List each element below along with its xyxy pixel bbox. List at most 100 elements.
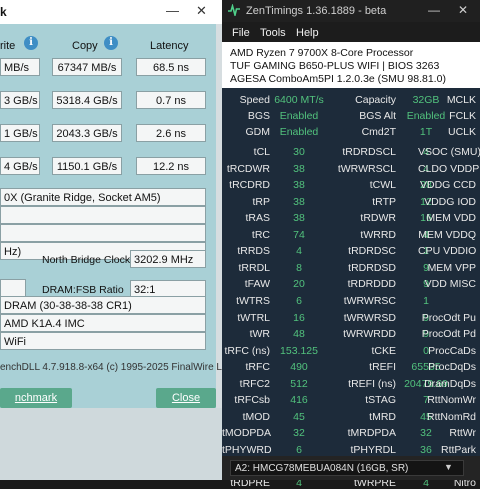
dimm-select-value: A2: HMCG78MEBUA084N (16GB, SR)	[235, 463, 409, 474]
aida-close-button[interactable]: Close	[156, 388, 216, 408]
timing-b-label: tRDRDDD	[347, 278, 396, 291]
timing-a-value: 6	[296, 294, 302, 307]
timing-c-label: CLDO VDDP	[418, 162, 480, 175]
timing-c-label: RttWr	[449, 427, 476, 440]
timing-b-label: tCKE	[371, 344, 396, 357]
timing-a-label: tRCDRD	[229, 179, 270, 192]
aida-results-panel: rite i Copy i Latency MB/s 67347 MB/s 68…	[0, 24, 216, 408]
timing-a-label: BGS	[247, 110, 270, 123]
l2-latency-value: 2.6 ns	[136, 124, 206, 142]
timing-b-label: tPHYRDL	[350, 443, 396, 456]
memory-bus-field	[0, 279, 26, 297]
timing-c-label: RttNomRd	[426, 410, 476, 423]
l3-latency-value: 12.2 ns	[136, 157, 206, 175]
timing-c-label: RttNomWr	[427, 394, 476, 407]
timing-c-label: VDDG IOD	[424, 195, 476, 208]
aida-footer: enchDLL 4.7.918.8-x64 (c) 1995-2025 Fina…	[0, 362, 222, 373]
memory-type-field: DRAM (30-38-38-38 CR1)	[0, 296, 206, 314]
timing-a-value: Enabled	[279, 110, 319, 123]
timing-a-value: 153.125	[280, 344, 318, 357]
l2-copy-value: 2043.3 GB/s	[52, 124, 122, 142]
timing-b-label: tRTP	[372, 195, 396, 208]
timing-a-label: tWR	[249, 328, 270, 341]
zentimings-logo-icon	[228, 4, 240, 16]
timing-a-label: tRP	[252, 195, 270, 208]
start-benchmark-label: nchmark	[14, 392, 58, 404]
dimm-select[interactable]: A2: HMCG78MEBUA084N (16GB, SR)	[230, 460, 464, 476]
timing-b-label: tSTAG	[365, 394, 396, 407]
cpu-stepping-field	[0, 206, 206, 224]
timing-c-label: MEM VPP	[427, 261, 476, 274]
menu-tools[interactable]: Tools	[260, 27, 286, 39]
board-bios: TUF GAMING B650-PLUS WIFI | BIOS 3263	[230, 60, 440, 72]
timing-a-label: tRFC (ns)	[224, 344, 271, 357]
timing-a-label: tRFCsb	[234, 394, 270, 407]
info-icon[interactable]: i	[104, 36, 118, 50]
timing-a-value: 20	[293, 278, 305, 291]
timing-a-value: 490	[290, 361, 308, 374]
l2-write-value: 1 GB/s	[0, 124, 40, 142]
system-info-panel: AMD Ryzen 7 9700X 8-Core Processor TUF G…	[222, 42, 480, 88]
timing-c-label: UCLK	[447, 126, 476, 139]
timing-b-label: BGS Alt	[359, 110, 396, 123]
timing-c-label: FCLK	[449, 110, 476, 123]
close-icon[interactable]: ✕	[196, 3, 207, 19]
timing-a-label: GDM	[245, 126, 271, 139]
timing-c-label: MEM VDD	[426, 212, 476, 225]
timing-b-label: tRDRDSD	[348, 261, 396, 274]
timing-c-label: DramDqDs	[424, 377, 476, 390]
timing-a-value: 8	[296, 261, 302, 274]
timing-a-value: 74	[293, 228, 305, 241]
timing-b-label: tRDRDSCL	[342, 146, 396, 158]
close-icon[interactable]: ✕	[458, 3, 468, 17]
timing-c-label: VDD MISC	[424, 278, 476, 291]
nb-clock-label: North Bridge Clock	[42, 254, 131, 266]
l3-write-value: 4 GB/s	[0, 157, 40, 175]
timing-b-value: 1	[423, 294, 429, 307]
timing-b-label: tWRWRDD	[343, 328, 396, 341]
dimm-selector-bar: A2: HMCG78MEBUA084N (16GB, SR) ▼	[222, 456, 480, 480]
timing-a-label: tMOD	[242, 410, 270, 423]
zen-title: ZenTimings 1.36.1889 - beta	[246, 5, 387, 17]
chevron-down-icon[interactable]: ▼	[444, 462, 453, 472]
timing-a-value: 38	[293, 195, 305, 208]
timing-b-label: tREFI (ns)	[348, 377, 396, 390]
minimize-icon[interactable]: —	[428, 3, 440, 17]
start-benchmark-button[interactable]: nchmark	[0, 388, 72, 408]
menu-file[interactable]: File	[232, 27, 250, 39]
timing-a-value: 38	[293, 212, 305, 225]
timing-a-label: tRFC	[245, 361, 271, 374]
agesa-version: AGESA ComboAm5PI 1.2.0.3e (SMU 98.81.0)	[230, 73, 446, 85]
timing-b-label: tWRWRSCL	[337, 162, 396, 175]
aida-title: k	[0, 5, 7, 19]
chipset-field: AMD K1A.4 IMC	[0, 314, 206, 332]
timing-a-value: 416	[290, 394, 308, 407]
timing-a-value: 4	[296, 245, 302, 258]
minimize-icon[interactable]: —	[166, 3, 179, 18]
timing-b-label: tWRWRSC	[343, 294, 396, 307]
timing-c-label: MEM VDDQ	[418, 228, 476, 241]
timing-a-value: 512	[290, 377, 308, 390]
timing-a-label: tFAW	[244, 278, 270, 291]
zentimings-window: ZenTimings 1.36.1889 - beta — ✕ File Too…	[222, 0, 480, 489]
timing-a-label: tRFC2	[239, 377, 270, 390]
memory-copy-value: 67347 MB/s	[52, 58, 122, 76]
timing-a-value: 38	[293, 162, 305, 175]
timing-c-label: CPU VDDIO	[418, 245, 477, 258]
zen-titlebar: ZenTimings 1.36.1889 - beta — ✕	[222, 0, 480, 22]
aida-titlebar: k — ✕	[0, 0, 222, 24]
timing-b-label: tWRRD	[360, 228, 396, 241]
timing-a-label: Speed	[239, 94, 270, 106]
header-copy: Copy	[72, 40, 98, 52]
info-icon[interactable]: i	[24, 36, 38, 50]
timing-a-value: 48	[293, 328, 305, 341]
dram-fsb-label: DRAM:FSB Ratio	[42, 284, 124, 296]
l3-copy-value: 1150.1 GB/s	[52, 157, 122, 175]
timing-b-label: Cmd2T	[361, 126, 396, 139]
timing-a-label: tRCDWR	[226, 162, 270, 175]
aida64-benchmark-window: k — ✕ rite i Copy i Latency MB/s 67347 M…	[0, 0, 222, 480]
timing-a-label: tMODPDA	[222, 427, 272, 440]
timing-b-label: tCWL	[369, 179, 396, 192]
menu-help[interactable]: Help	[296, 27, 319, 39]
cpu-instructions-field	[0, 224, 206, 242]
